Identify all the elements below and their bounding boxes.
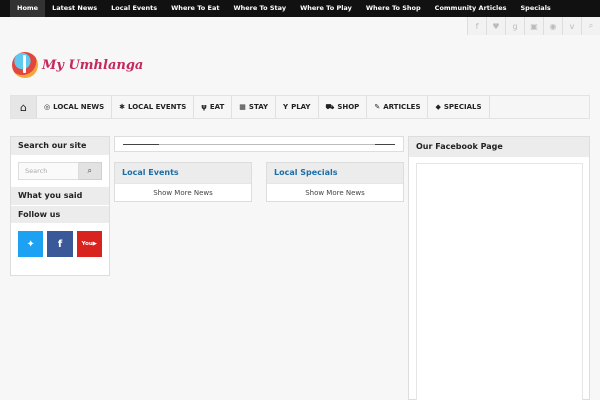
facebook-follow-button[interactable]: f [47,231,73,257]
facebook-embed-frame[interactable] [416,163,583,400]
site-logo[interactable]: My Umhlanga [12,52,143,78]
topnav-where-to-play[interactable]: Where To Play [293,0,359,17]
topnav-home[interactable]: Home [10,0,46,17]
topnav-specials[interactable]: Specials [513,0,557,17]
twitter-follow-button[interactable]: ✦ [18,231,44,257]
radio-icon: ◎ [44,103,51,111]
person-icon: ✱ [119,103,126,111]
what-you-said-title: What you said [11,187,109,205]
nav-label: STAY [248,103,269,111]
divider-line [159,144,379,145]
topnav-community-articles[interactable]: Community Articles [428,0,514,17]
top-nav: Home Latest News Local Events Where To E… [0,0,600,17]
nav-shop[interactable]: ⛟ SHOP [319,96,368,118]
youtube-follow-button[interactable]: You▶ [76,231,102,257]
topnav-where-to-shop[interactable]: Where To Shop [359,0,428,17]
nav-label: ARTICLES [383,103,421,111]
left-sidebar: Search our site Search ⌕ What you said F… [10,136,110,276]
twitter-icon[interactable]: ♥ [486,17,505,35]
tag-icon: ◆ [435,103,441,111]
search-icon[interactable]: ⌕ [581,17,600,35]
google-plus-icon[interactable]: g [505,17,524,35]
facebook-widget: Our Facebook Page [408,136,590,400]
youtube-logo-icon: You▶ [81,241,98,247]
pencil-icon: ✎ [374,103,381,111]
divider-line [123,144,159,145]
youtube-icon[interactable]: ▣ [524,17,543,35]
home-icon: ⌂ [20,100,27,114]
facebook-icon[interactable]: f [467,17,486,35]
nav-articles[interactable]: ✎ ARTICLES [367,96,429,118]
facebook-f-icon: f [57,238,63,250]
search-button[interactable]: ⌕ [78,162,102,180]
twitter-bird-icon: ✦ [26,238,35,250]
search-input[interactable]: Search [18,162,79,180]
divider-line [375,144,395,145]
nav-label: SPECIALS [443,103,482,111]
nav-eat[interactable]: ψ EAT [194,96,233,118]
nav-label: LOCAL EVENTS [128,103,187,111]
follow-us-title: Follow us [11,205,109,223]
nav-label: PLAY [291,103,311,111]
search-form: Search ⌕ [11,155,109,184]
show-more-specials-link[interactable]: Show More News [267,183,403,201]
topnav-where-to-stay[interactable]: Where To Stay [226,0,293,17]
cart-icon: ⛟ [325,102,335,111]
local-events-widget: Local Events Show More News [114,162,252,202]
vimeo-icon[interactable]: v [562,17,581,35]
home-button[interactable]: ⌂ [11,96,37,118]
cocktail-icon: Y [283,103,289,111]
local-specials-title[interactable]: Local Specials [267,163,403,183]
nav-label: SHOP [337,103,360,111]
nav-local-news[interactable]: ◎ LOCAL NEWS [37,96,113,118]
instagram-icon[interactable]: ◉ [543,17,562,35]
nav-local-events[interactable]: ✱ LOCAL EVENTS [112,96,195,118]
magnifier-icon: ⌕ [87,166,93,175]
show-more-events-link[interactable]: Show More News [115,183,251,201]
top-bar: Home Latest News Local Events Where To E… [0,0,600,17]
facebook-widget-title: Our Facebook Page [409,137,589,157]
cutlery-icon: ψ [201,103,207,111]
follow-buttons: ✦ f You▶ [11,223,109,265]
social-icons-row: f ♥ g ▣ ◉ v ⌕ [467,17,600,35]
logo-text: My Umhlanga [42,57,144,73]
building-icon: ▦ [239,103,246,111]
search-widget-title: Search our site [11,137,109,155]
topnav-local-events[interactable]: Local Events [104,0,164,17]
nav-play[interactable]: Y PLAY [276,96,319,118]
nav-label: LOCAL NEWS [53,103,105,111]
slider-strip [114,136,404,152]
topnav-where-to-eat[interactable]: Where To Eat [164,0,226,17]
lighthouse-logo-icon [12,52,38,78]
topnav-latest-news[interactable]: Latest News [45,0,104,17]
local-specials-widget: Local Specials Show More News [266,162,404,202]
nav-stay[interactable]: ▦ STAY [232,96,277,118]
main-nav: ⌂ ◎ LOCAL NEWS ✱ LOCAL EVENTS ψ EAT ▦ STAY Y… [10,95,590,119]
nav-label: EAT [209,103,225,111]
nav-specials[interactable]: ◆ SPECIALS [428,96,490,118]
local-events-title[interactable]: Local Events [115,163,251,183]
